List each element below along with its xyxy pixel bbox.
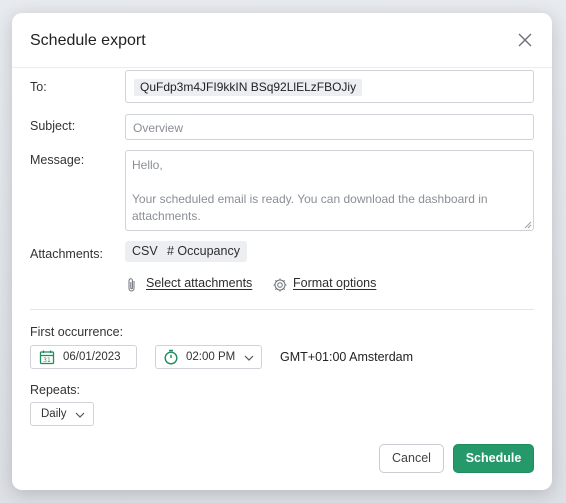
resize-handle-icon[interactable]	[524, 221, 532, 229]
close-icon	[518, 33, 532, 47]
subject-label: Subject:	[30, 119, 76, 133]
repeats-label: Repeats:	[30, 383, 81, 397]
date-value: 06/01/2023	[63, 351, 121, 363]
schedule-export-dialog: Schedule export To: QuFdp3m4JFI9kkIN BSq…	[12, 13, 552, 490]
gear-icon	[273, 278, 287, 292]
timezone-label: GMT+01:00 Amsterdam	[280, 350, 414, 364]
section-divider	[30, 309, 534, 310]
message-label: Message:	[30, 153, 85, 167]
subject-input[interactable]: Overview	[125, 114, 534, 140]
paperclip-icon	[128, 278, 135, 292]
message-body: Your scheduled email is ready. You can d…	[132, 192, 488, 223]
to-label: To:	[30, 80, 47, 94]
dialog-title: Schedule export	[30, 32, 146, 49]
time-picker[interactable]: 02:00 PM	[155, 345, 262, 369]
format-options-label: Format options	[293, 276, 377, 290]
subject-placeholder: Overview	[133, 121, 184, 135]
repeats-value: Daily	[41, 408, 67, 420]
chevron-down-icon	[244, 355, 254, 361]
header-divider	[12, 67, 552, 68]
clock-icon	[164, 349, 178, 365]
time-value: 02:00 PM	[186, 351, 236, 363]
attachments-label: Attachments:	[30, 247, 103, 261]
repeats-select[interactable]: Daily	[30, 402, 94, 426]
cancel-button[interactable]: Cancel	[379, 444, 444, 473]
attachment-name-tag[interactable]: # Occupancy	[160, 241, 247, 262]
first-occurrence-label: First occurrence:	[30, 325, 124, 339]
attachment-format-tag[interactable]: CSV	[125, 241, 165, 262]
close-button[interactable]	[514, 29, 536, 51]
calendar-icon: 31	[39, 350, 55, 365]
select-attachments-label: Select attachments	[146, 276, 253, 290]
message-textarea[interactable]: Hello, Your scheduled email is ready. Yo…	[125, 150, 534, 231]
recipient-chip[interactable]: QuFdp3m4JFI9kkIN BSq92LlELzFBOJiy	[134, 79, 363, 96]
schedule-button[interactable]: Schedule	[453, 444, 534, 473]
date-picker[interactable]: 31 06/01/2023	[30, 345, 137, 369]
to-field[interactable]: QuFdp3m4JFI9kkIN BSq92LlELzFBOJiy	[125, 70, 534, 103]
message-greeting: Hello,	[132, 158, 163, 172]
svg-text:31: 31	[43, 357, 51, 364]
chevron-down-icon	[75, 412, 85, 418]
